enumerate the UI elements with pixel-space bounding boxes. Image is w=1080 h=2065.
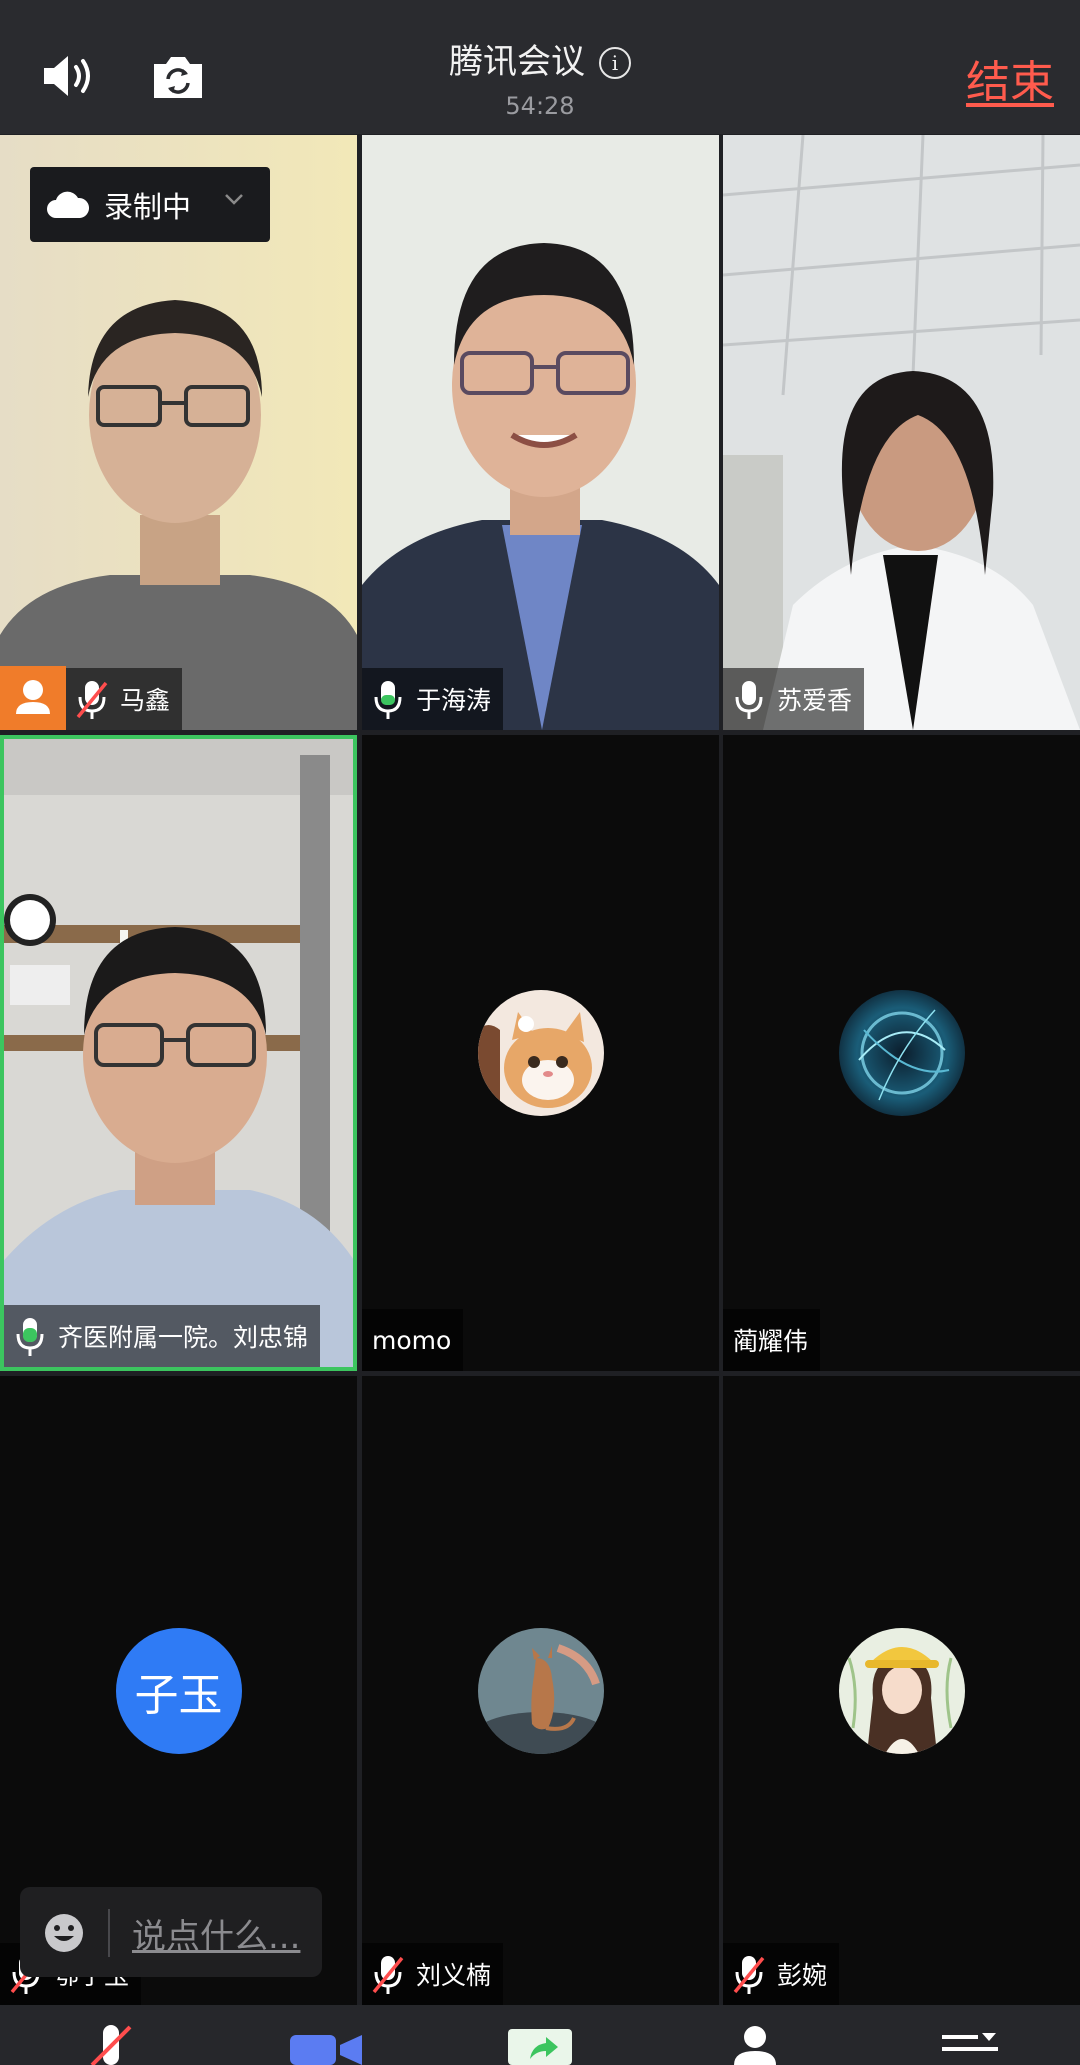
participants-icon[interactable] (730, 2023, 780, 2065)
participant-tile[interactable]: 彭婉 (723, 1376, 1080, 2005)
cloud-icon (47, 191, 90, 218)
participant-tile[interactable]: 蔺耀伟 (723, 735, 1080, 1371)
bottom-toolbar (0, 2005, 1080, 2065)
chevron-down-icon (225, 194, 243, 205)
participant-name: momo (372, 1325, 452, 1355)
mic-active-icon (735, 681, 763, 719)
recording-indicator[interactable]: 录制中 (30, 167, 270, 242)
more-menu-icon[interactable] (942, 2029, 998, 2059)
participant-video (0, 735, 357, 1371)
participant-name-tag: 于海涛 (362, 668, 504, 730)
participant-tile[interactable]: 苏爱香 (723, 135, 1080, 730)
meeting-header: 腾讯会议 i 54:28 结束 (0, 0, 1080, 134)
chat-input[interactable]: 说点什么... (20, 1887, 322, 1977)
participant-name-tag: 齐医附属一院。刘忠锦 (4, 1305, 321, 1367)
participant-name-tag: 苏爱香 (723, 668, 865, 730)
chat-placeholder[interactable]: 说点什么... (132, 1909, 300, 1958)
avatar (838, 1627, 965, 1754)
participant-name: 于海涛 (416, 686, 492, 715)
video-camera-icon[interactable] (290, 2031, 362, 2065)
emoji-icon[interactable] (44, 1913, 84, 1953)
participant-tile[interactable]: 刘义楠 (362, 1376, 719, 2005)
participant-name: 齐医附属一院。刘忠锦 (58, 1323, 309, 1352)
participant-video (362, 135, 719, 730)
meeting-title[interactable]: 腾讯会议 i (0, 34, 1080, 83)
mic-active-icon (16, 1318, 44, 1356)
participant-name: 马鑫 (120, 686, 171, 715)
end-meeting-button[interactable]: 结束 (966, 46, 1054, 110)
mic-active-icon (374, 681, 402, 719)
chat-divider (108, 1909, 110, 1957)
mic-muted-icon[interactable] (86, 2025, 136, 2065)
recording-label: 录制中 (104, 189, 192, 224)
participant-video (723, 135, 1080, 730)
participant-name-tag: 彭婉 (723, 1943, 840, 2005)
participant-name: 蔺耀伟 (733, 1327, 809, 1356)
info-icon[interactable]: i (599, 47, 631, 79)
participant-tile[interactable]: momo (362, 735, 719, 1371)
avatar (477, 1627, 604, 1754)
participant-name-tag: 蔺耀伟 (723, 1309, 821, 1371)
participant-name: 刘义楠 (416, 1961, 492, 1990)
person-icon (16, 680, 50, 714)
participant-name-tag: momo (362, 1309, 464, 1371)
meeting-timer: 54:28 (505, 92, 575, 120)
participant-tile[interactable]: 于海涛 (362, 135, 719, 730)
meeting-title-text: 腾讯会议 (449, 42, 585, 82)
mic-muted-icon (733, 1956, 765, 1994)
avatar-initials: 子玉 (134, 1669, 223, 1721)
avatar (838, 990, 965, 1116)
participant-grid: 录制中 马鑫 于海涛 苏爱香 齐医附属一院。刘忠锦 momo 蔺耀伟 子玉 刘义… (0, 135, 1080, 2005)
participant-name: 苏爱香 (777, 686, 853, 715)
participant-tile[interactable]: 齐医附属一院。刘忠锦 (0, 735, 357, 1371)
participant-tile[interactable]: 录制中 马鑫 (0, 135, 357, 730)
share-screen-icon[interactable] (508, 2029, 572, 2065)
host-badge (0, 666, 66, 730)
participant-name: 彭婉 (777, 1961, 828, 1990)
avatar (477, 990, 604, 1116)
avatar: 子玉 (115, 1627, 242, 1754)
mic-muted-icon (372, 1956, 404, 1994)
participant-name-tag: 马鑫 (66, 668, 183, 730)
participant-name-tag: 刘义楠 (362, 1943, 504, 2005)
mic-muted-icon (76, 681, 108, 719)
